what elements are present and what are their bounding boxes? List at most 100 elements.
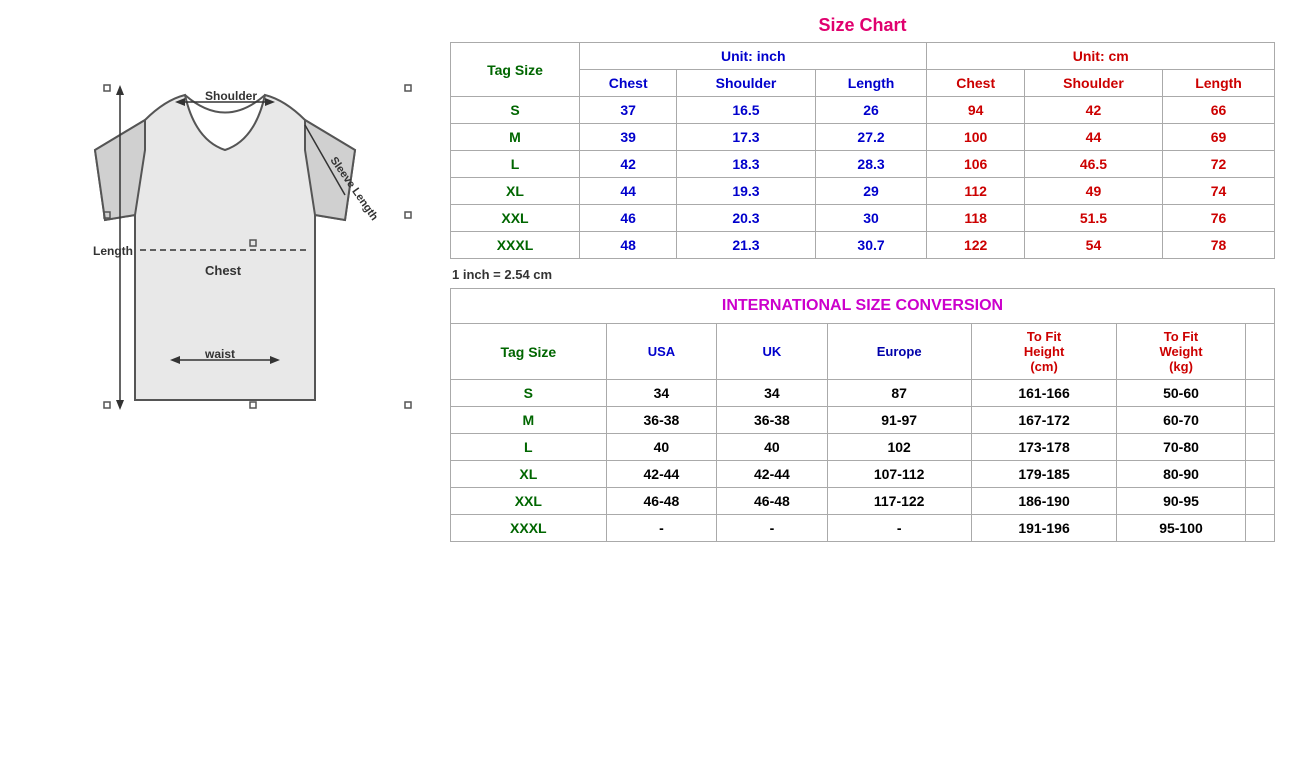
conv-europe-cell: 107-112 bbox=[827, 461, 971, 488]
conversion-note: 1 inch = 2.54 cm bbox=[452, 267, 1275, 282]
inch-shoulder-cell: 17.3 bbox=[677, 124, 815, 151]
cm-length-cell: 76 bbox=[1163, 205, 1275, 232]
table-row: M 39 17.3 27.2 100 44 69 bbox=[451, 124, 1275, 151]
inch-length-cell: 30 bbox=[815, 205, 927, 232]
conv-weight-header: To FitWeight(kg) bbox=[1117, 324, 1245, 380]
inch-shoulder-header: Shoulder bbox=[677, 70, 815, 97]
conv-usa-cell: 36-38 bbox=[606, 407, 717, 434]
cm-length-cell: 78 bbox=[1163, 232, 1275, 259]
conv-uk-cell: 34 bbox=[717, 380, 828, 407]
cm-shoulder-cell: 42 bbox=[1024, 97, 1162, 124]
inch-shoulder-cell: 19.3 bbox=[677, 178, 815, 205]
table-row: L 40 40 102 173-178 70-80 bbox=[451, 434, 1275, 461]
conv-tag-cell: M bbox=[451, 407, 607, 434]
inch-shoulder-cell: 20.3 bbox=[677, 205, 815, 232]
inch-shoulder-cell: 21.3 bbox=[677, 232, 815, 259]
conv-height-cell: 173-178 bbox=[971, 434, 1117, 461]
inch-chest-header: Chest bbox=[580, 70, 677, 97]
conv-weight-cell: 60-70 bbox=[1117, 407, 1245, 434]
cm-chest-cell: 122 bbox=[927, 232, 1024, 259]
conv-extra-cell bbox=[1245, 434, 1274, 461]
tag-size-cell: XXL bbox=[451, 205, 580, 232]
unit-inch-header: Unit: inch bbox=[580, 43, 927, 70]
cm-length-cell: 74 bbox=[1163, 178, 1275, 205]
inch-length-cell: 29 bbox=[815, 178, 927, 205]
conv-europe-cell: 117-122 bbox=[827, 488, 971, 515]
conv-extra-cell bbox=[1245, 380, 1274, 407]
table-row: XL 42-44 42-44 107-112 179-185 80-90 bbox=[451, 461, 1275, 488]
inch-shoulder-cell: 18.3 bbox=[677, 151, 815, 178]
inch-length-cell: 30.7 bbox=[815, 232, 927, 259]
conv-weight-cell: 70-80 bbox=[1117, 434, 1245, 461]
conv-europe-cell: 87 bbox=[827, 380, 971, 407]
table-row: XXL 46 20.3 30 118 51.5 76 bbox=[451, 205, 1275, 232]
conv-usa-cell: 40 bbox=[606, 434, 717, 461]
inch-length-header: Length bbox=[815, 70, 927, 97]
cm-shoulder-cell: 44 bbox=[1024, 124, 1162, 151]
svg-text:waist: waist bbox=[204, 347, 235, 361]
conv-height-header: To FitHeight(cm) bbox=[971, 324, 1117, 380]
conversion-table: INTERNATIONAL SIZE CONVERSION Tag Size U… bbox=[450, 288, 1275, 542]
cm-length-cell: 72 bbox=[1163, 151, 1275, 178]
cm-length-header: Length bbox=[1163, 70, 1275, 97]
table-row: XXXL - - - 191-196 95-100 bbox=[451, 515, 1275, 542]
conv-weight-cell: 80-90 bbox=[1117, 461, 1245, 488]
cm-chest-cell: 118 bbox=[927, 205, 1024, 232]
right-panel: Size Chart Tag Size Unit: inch Unit: cm … bbox=[440, 10, 1285, 555]
conv-extra-cell bbox=[1245, 407, 1274, 434]
inch-length-cell: 28.3 bbox=[815, 151, 927, 178]
cm-shoulder-header: Shoulder bbox=[1024, 70, 1162, 97]
tag-size-cell: L bbox=[451, 151, 580, 178]
table-row: XXL 46-48 46-48 117-122 186-190 90-95 bbox=[451, 488, 1275, 515]
conv-usa-cell: 42-44 bbox=[606, 461, 717, 488]
tshirt-diagram: Shoulder Sleeve Length Chest Length wais… bbox=[35, 20, 415, 460]
conv-tag-cell: L bbox=[451, 434, 607, 461]
conv-usa-cell: 46-48 bbox=[606, 488, 717, 515]
cm-shoulder-cell: 51.5 bbox=[1024, 205, 1162, 232]
conv-uk-cell: 46-48 bbox=[717, 488, 828, 515]
inch-chest-cell: 42 bbox=[580, 151, 677, 178]
conv-extra-cell bbox=[1245, 515, 1274, 542]
inch-chest-cell: 39 bbox=[580, 124, 677, 151]
conv-weight-cell: 95-100 bbox=[1117, 515, 1245, 542]
table-row: XXXL 48 21.3 30.7 122 54 78 bbox=[451, 232, 1275, 259]
table-row: L 42 18.3 28.3 106 46.5 72 bbox=[451, 151, 1275, 178]
conv-height-cell: 186-190 bbox=[971, 488, 1117, 515]
cm-length-cell: 69 bbox=[1163, 124, 1275, 151]
cm-shoulder-cell: 49 bbox=[1024, 178, 1162, 205]
cm-chest-cell: 94 bbox=[927, 97, 1024, 124]
conv-height-cell: 179-185 bbox=[971, 461, 1117, 488]
conv-uk-header: UK bbox=[717, 324, 828, 380]
inch-chest-cell: 46 bbox=[580, 205, 677, 232]
conv-tag-size-header: Tag Size bbox=[451, 324, 607, 380]
conv-height-cell: 161-166 bbox=[971, 380, 1117, 407]
svg-text:Length: Length bbox=[93, 244, 133, 258]
svg-text:Chest: Chest bbox=[205, 263, 242, 278]
size-chart-title: Size Chart bbox=[450, 15, 1275, 36]
svg-text:Shoulder: Shoulder bbox=[205, 89, 257, 103]
table-row: S 34 34 87 161-166 50-60 bbox=[451, 380, 1275, 407]
conv-europe-cell: 91-97 bbox=[827, 407, 971, 434]
cm-chest-cell: 106 bbox=[927, 151, 1024, 178]
conv-uk-cell: 42-44 bbox=[717, 461, 828, 488]
cm-chest-cell: 112 bbox=[927, 178, 1024, 205]
inch-length-cell: 26 bbox=[815, 97, 927, 124]
conv-usa-cell: 34 bbox=[606, 380, 717, 407]
conv-weight-cell: 50-60 bbox=[1117, 380, 1245, 407]
table-row: M 36-38 36-38 91-97 167-172 60-70 bbox=[451, 407, 1275, 434]
tag-size-cell: XXXL bbox=[451, 232, 580, 259]
unit-cm-header: Unit: cm bbox=[927, 43, 1275, 70]
cm-length-cell: 66 bbox=[1163, 97, 1275, 124]
table-row: S 37 16.5 26 94 42 66 bbox=[451, 97, 1275, 124]
conv-europe-cell: 102 bbox=[827, 434, 971, 461]
size-chart-table: Tag Size Unit: inch Unit: cm Chest Shoul… bbox=[450, 42, 1275, 259]
conv-tag-cell: XXXL bbox=[451, 515, 607, 542]
tag-size-cell: XL bbox=[451, 178, 580, 205]
conv-tag-cell: XL bbox=[451, 461, 607, 488]
conv-extra-cell bbox=[1245, 461, 1274, 488]
conv-uk-cell: 40 bbox=[717, 434, 828, 461]
conv-height-cell: 191-196 bbox=[971, 515, 1117, 542]
cm-chest-cell: 100 bbox=[927, 124, 1024, 151]
tag-size-cell: M bbox=[451, 124, 580, 151]
conv-extra-cell bbox=[1245, 488, 1274, 515]
